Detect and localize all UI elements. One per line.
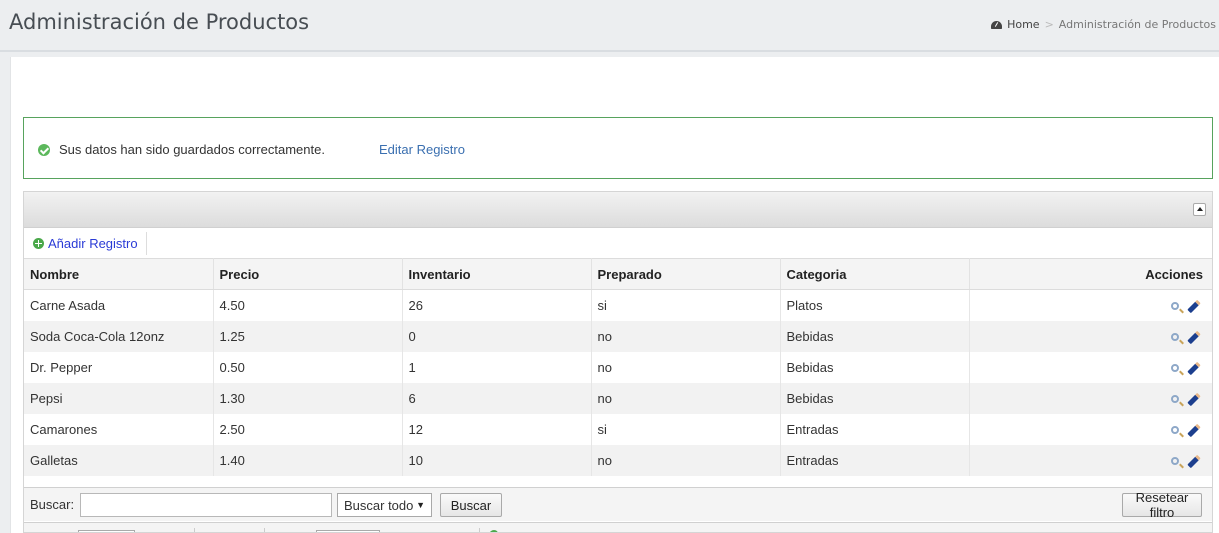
table-row: Camarones 2.50 12 si Entradas [24, 413, 1212, 445]
magnifier-icon[interactable] [1171, 302, 1179, 311]
pencil-icon[interactable] [1187, 299, 1201, 314]
cell-nombre: Carne Asada [24, 289, 214, 321]
cell-inventario: 10 [402, 444, 592, 476]
cell-nombre: Dr. Pepper [24, 351, 214, 383]
cell-preparado: no [591, 351, 781, 383]
table-row: Pepsi 1.30 6 no Bebidas [24, 382, 1212, 414]
add-record-label[interactable]: Añadir Registro [48, 236, 138, 251]
cell-precio: 1.30 [213, 382, 403, 414]
table-row: Dr. Pepper 0.50 1 no Bebidas [24, 351, 1212, 383]
magnifier-icon[interactable] [1171, 333, 1179, 342]
cell-inventario: 1 [402, 351, 592, 383]
page-header: Administración de Productos Home > Admin… [0, 0, 1219, 52]
cell-acciones [969, 382, 1212, 414]
cell-inventario: 12 [402, 413, 592, 445]
add-record-button[interactable]: Añadir Registro [28, 232, 147, 255]
magnifier-icon[interactable] [1171, 457, 1179, 466]
pencil-icon[interactable] [1187, 454, 1201, 468]
alert-message: Sus datos han sido guardados correctamen… [59, 142, 325, 157]
cell-nombre: Pepsi [24, 382, 214, 414]
search-field-select[interactable]: Buscar todo ▼ [337, 493, 432, 517]
cell-precio: 0.50 [213, 351, 403, 383]
add-circle-icon [33, 238, 44, 249]
cell-inventario: 0 [402, 320, 592, 352]
cell-preparado: no [591, 320, 781, 352]
search-bar: Buscar: Buscar todo ▼ Buscar Resetear fi… [24, 487, 1212, 521]
cell-preparado: si [591, 289, 781, 321]
magnifier-icon[interactable] [1171, 426, 1179, 435]
table-header-row: Nombre Precio Inventario Preparado Categ… [24, 258, 1212, 290]
cell-categoria: Entradas [780, 444, 970, 476]
breadcrumb-current: Administración de Productos [1058, 18, 1216, 31]
grid-caption-bar [24, 192, 1212, 228]
cell-inventario: 6 [402, 382, 592, 414]
cell-acciones [969, 414, 1212, 445]
column-header-nombre[interactable]: Nombre [24, 258, 214, 290]
pager-separator [264, 528, 265, 532]
cell-preparado: no [591, 382, 781, 414]
cell-categoria: Bebidas [780, 351, 970, 383]
cell-precio: 2.50 [213, 413, 403, 445]
edit-record-link[interactable]: Editar Registro [379, 142, 465, 157]
cell-nombre: Galletas [24, 444, 214, 476]
collapse-grid-button[interactable] [1193, 203, 1206, 216]
cell-inventario: 26 [402, 289, 592, 321]
cell-preparado: no [591, 444, 781, 476]
cell-preparado: si [591, 413, 781, 445]
cell-precio: 1.40 [213, 444, 403, 476]
cell-categoria: Platos [780, 289, 970, 321]
cell-categoria: Entradas [780, 413, 970, 445]
cell-nombre: Soda Coca-Cola 12onz [24, 320, 214, 352]
table-row: Carne Asada 4.50 26 si Platos [24, 289, 1212, 321]
cell-categoria: Bebidas [780, 320, 970, 352]
search-select-value: Buscar todo [344, 497, 414, 513]
dashboard-icon [991, 20, 1003, 29]
check-circle-icon [38, 144, 50, 156]
search-input[interactable] [80, 493, 332, 517]
magnifier-icon[interactable] [1171, 364, 1179, 373]
breadcrumb-separator: > [1044, 18, 1054, 31]
pager-separator [194, 528, 195, 532]
cell-acciones [969, 320, 1212, 352]
page-title: Administración de Productos [9, 10, 310, 34]
cell-acciones [969, 290, 1212, 321]
breadcrumb: Home > Administración de Productos [991, 18, 1216, 31]
pencil-icon[interactable] [1187, 423, 1201, 437]
pager-separator [479, 528, 480, 532]
table-row: Soda Coca-Cola 12onz 1.25 0 no Bebidas [24, 320, 1212, 352]
cell-precio: 4.50 [213, 289, 403, 321]
search-label: Buscar: [30, 497, 75, 512]
success-alert: Sus datos han sido guardados correctamen… [23, 117, 1213, 179]
reset-filter-button[interactable]: Resetear filtro [1122, 490, 1202, 520]
pencil-icon[interactable] [1187, 361, 1201, 375]
cell-acciones [969, 352, 1212, 383]
pencil-icon[interactable] [1187, 330, 1201, 344]
cell-nombre: Camarones [24, 413, 214, 445]
column-header-preparado[interactable]: Preparado [591, 258, 781, 290]
cell-acciones [969, 444, 1212, 476]
pencil-icon[interactable] [1187, 392, 1201, 406]
dropdown-caret-icon: ▼ [416, 500, 425, 510]
cell-categoria: Bebidas [780, 382, 970, 414]
products-table: Nombre Precio Inventario Preparado Categ… [24, 258, 1212, 476]
cell-precio: 1.25 [213, 320, 403, 352]
grid-toolbar: Añadir Registro [24, 229, 1212, 257]
search-button[interactable]: Buscar [440, 493, 502, 517]
pager-bar [24, 522, 1212, 532]
column-header-acciones: Acciones [969, 258, 1212, 290]
breadcrumb-home-label[interactable]: Home [1007, 18, 1039, 31]
column-header-inventario[interactable]: Inventario [402, 258, 592, 290]
column-header-precio[interactable]: Precio [213, 258, 403, 290]
breadcrumb-home[interactable]: Home [991, 18, 1040, 31]
products-grid: Añadir Registro Nombre Precio Inventario… [23, 191, 1213, 533]
table-row: Galletas 1.40 10 no Entradas [24, 444, 1212, 476]
column-header-categoria[interactable]: Categoria [780, 258, 970, 290]
magnifier-icon[interactable] [1171, 395, 1179, 404]
